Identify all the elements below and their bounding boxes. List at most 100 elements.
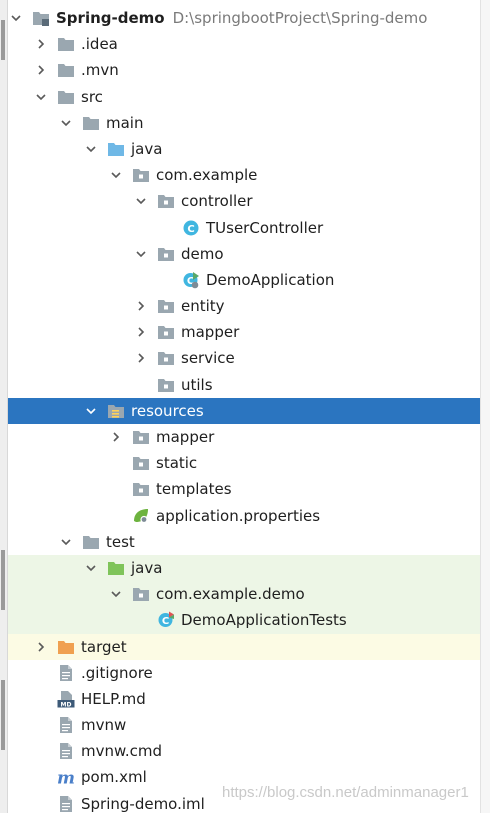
structure-tab-marker[interactable] (1, 550, 5, 610)
tree-row-src[interactable]: src (8, 84, 480, 110)
tree-item-name: demo (181, 244, 224, 263)
maven-file-icon: m (57, 768, 75, 787)
text-file-icon (57, 664, 75, 682)
tree-row-templates[interactable]: templates (8, 476, 480, 502)
tree-row-service[interactable]: service (8, 345, 480, 371)
svg-text:C: C (187, 224, 194, 235)
tree-row-label: resources (131, 398, 204, 424)
package-icon (157, 349, 175, 367)
tree-row-mapper[interactable]: mapper (8, 319, 480, 345)
chevron-down-icon[interactable] (133, 188, 149, 214)
tree-row-static[interactable]: static (8, 450, 480, 476)
tree-row-resources[interactable]: resources (8, 397, 480, 424)
tree-row-label: demo (181, 241, 224, 267)
chevron-right-icon[interactable] (33, 634, 49, 660)
project-tab-marker[interactable] (1, 20, 5, 60)
tree-row-label: entity (181, 293, 225, 319)
chevron-down-icon[interactable] (83, 398, 99, 424)
tree-row-idea[interactable]: .idea (8, 31, 480, 57)
test-class-icon: C (157, 611, 175, 629)
tree-row-label: test (106, 529, 135, 555)
left-tool-window-strip (0, 0, 8, 813)
chevron-down-icon[interactable] (133, 241, 149, 267)
chevron-right-icon[interactable] (133, 293, 149, 319)
tree-row-main[interactable]: main (8, 110, 480, 136)
tree-row-label: java (131, 136, 162, 162)
chevron-right-icon[interactable] (108, 424, 124, 450)
chevron-down-icon[interactable] (83, 555, 99, 581)
tree-row-com-example-demo[interactable]: com.example.demo (8, 581, 480, 608)
tree-row-com-example[interactable]: com.example (8, 162, 480, 188)
folder-icon (57, 35, 75, 53)
tree-item-name: static (156, 454, 198, 473)
tree-row-test[interactable]: test (8, 529, 480, 555)
tree-item-name: application.properties (156, 506, 321, 525)
chevron-down-icon[interactable] (58, 110, 74, 136)
tree-item-name: mapper (181, 323, 240, 342)
chevron-right-icon[interactable] (33, 31, 49, 57)
tree-row-label: src (81, 84, 103, 110)
folder-icon (57, 61, 75, 79)
tree-item-name: DemoApplicationTests (181, 611, 347, 630)
tree-row-demo[interactable]: demo (8, 241, 480, 267)
chevron-down-icon[interactable] (8, 5, 24, 31)
tree-item-name: controller (181, 192, 253, 211)
excluded-folder-icon (57, 638, 75, 656)
tree-item-name: entity (181, 297, 225, 316)
folder-icon (82, 533, 100, 551)
tree-item-name: service (181, 349, 235, 368)
tree-row-label: templates (156, 476, 232, 502)
tree-row-help-md[interactable]: MD HELP.md (8, 686, 480, 712)
tree-row-gitignore[interactable]: .gitignore (8, 660, 480, 686)
chevron-right-icon[interactable] (133, 345, 149, 371)
tree-item-name: TUserController (206, 218, 324, 237)
tree-row-tusercontroller[interactable]: C TUserController (8, 215, 480, 241)
chevron-right-icon[interactable] (33, 57, 49, 83)
project-tree: Spring-demo D:\springbootProject\Spring-d… (8, 5, 480, 817)
chevron-down-icon[interactable] (108, 581, 124, 607)
tree-row-demoapplicationtests[interactable]: C DemoApplicationTests (8, 607, 480, 634)
tree-row-mvnw-cmd[interactable]: mvnw.cmd (8, 738, 480, 764)
tree-row-label: java (131, 555, 162, 581)
tree-row-label: mapper (181, 319, 239, 345)
chevron-down-icon[interactable] (108, 162, 124, 188)
tree-item-name: mapper (156, 428, 215, 446)
tree-row-application-properties[interactable]: application.properties (8, 503, 480, 529)
favorites-tab-marker[interactable] (1, 680, 5, 750)
svg-text:MD: MD (61, 701, 72, 708)
tree-row-spring-demo[interactable]: Spring-demo D:\springbootProject\Spring-d… (8, 5, 480, 31)
package-icon (132, 480, 150, 498)
tree-row-label: TUserController (206, 215, 323, 241)
tree-row-java[interactable]: java (8, 136, 480, 162)
tree-row-label: mvnw.cmd (81, 738, 162, 764)
folder-icon (57, 88, 75, 106)
tree-row-controller[interactable]: controller (8, 188, 480, 214)
text-file-icon (57, 795, 75, 813)
chevron-down-icon[interactable] (33, 84, 49, 110)
package-icon (132, 428, 150, 446)
tree-item-name: java (131, 558, 163, 577)
tree-row-label: controller (181, 188, 253, 214)
chevron-down-icon[interactable] (83, 136, 99, 162)
tree-row-mvnw[interactable]: mvnw (8, 712, 480, 738)
tree-item-name: com.example (156, 166, 258, 185)
test-source-folder-icon (107, 559, 125, 577)
package-icon (132, 585, 150, 603)
resources-folder-icon (107, 402, 125, 420)
tree-row-label: utils (181, 372, 213, 398)
tree-row-label: com.example (156, 162, 257, 188)
tree-row-target[interactable]: target (8, 633, 480, 660)
tree-row-label: DemoApplicationTests (181, 607, 347, 633)
tree-row-demoapplication[interactable]: C DemoApplication (8, 267, 480, 293)
tree-row-mvn[interactable]: .mvn (8, 57, 480, 83)
chevron-right-icon[interactable] (133, 319, 149, 345)
watermark: https://blog.csdn.net/adminmanager1 (222, 784, 469, 801)
editor-gutter-strip (480, 0, 490, 813)
tree-row-label: main (106, 110, 143, 136)
tree-row-java[interactable]: java (8, 554, 480, 582)
tree-row-utils[interactable]: utils (8, 372, 480, 398)
chevron-down-icon[interactable] (58, 529, 74, 555)
tree-row-entity[interactable]: entity (8, 293, 480, 319)
tree-row-mapper[interactable]: mapper (8, 424, 480, 450)
tree-item-name: HELP.md (81, 689, 146, 708)
